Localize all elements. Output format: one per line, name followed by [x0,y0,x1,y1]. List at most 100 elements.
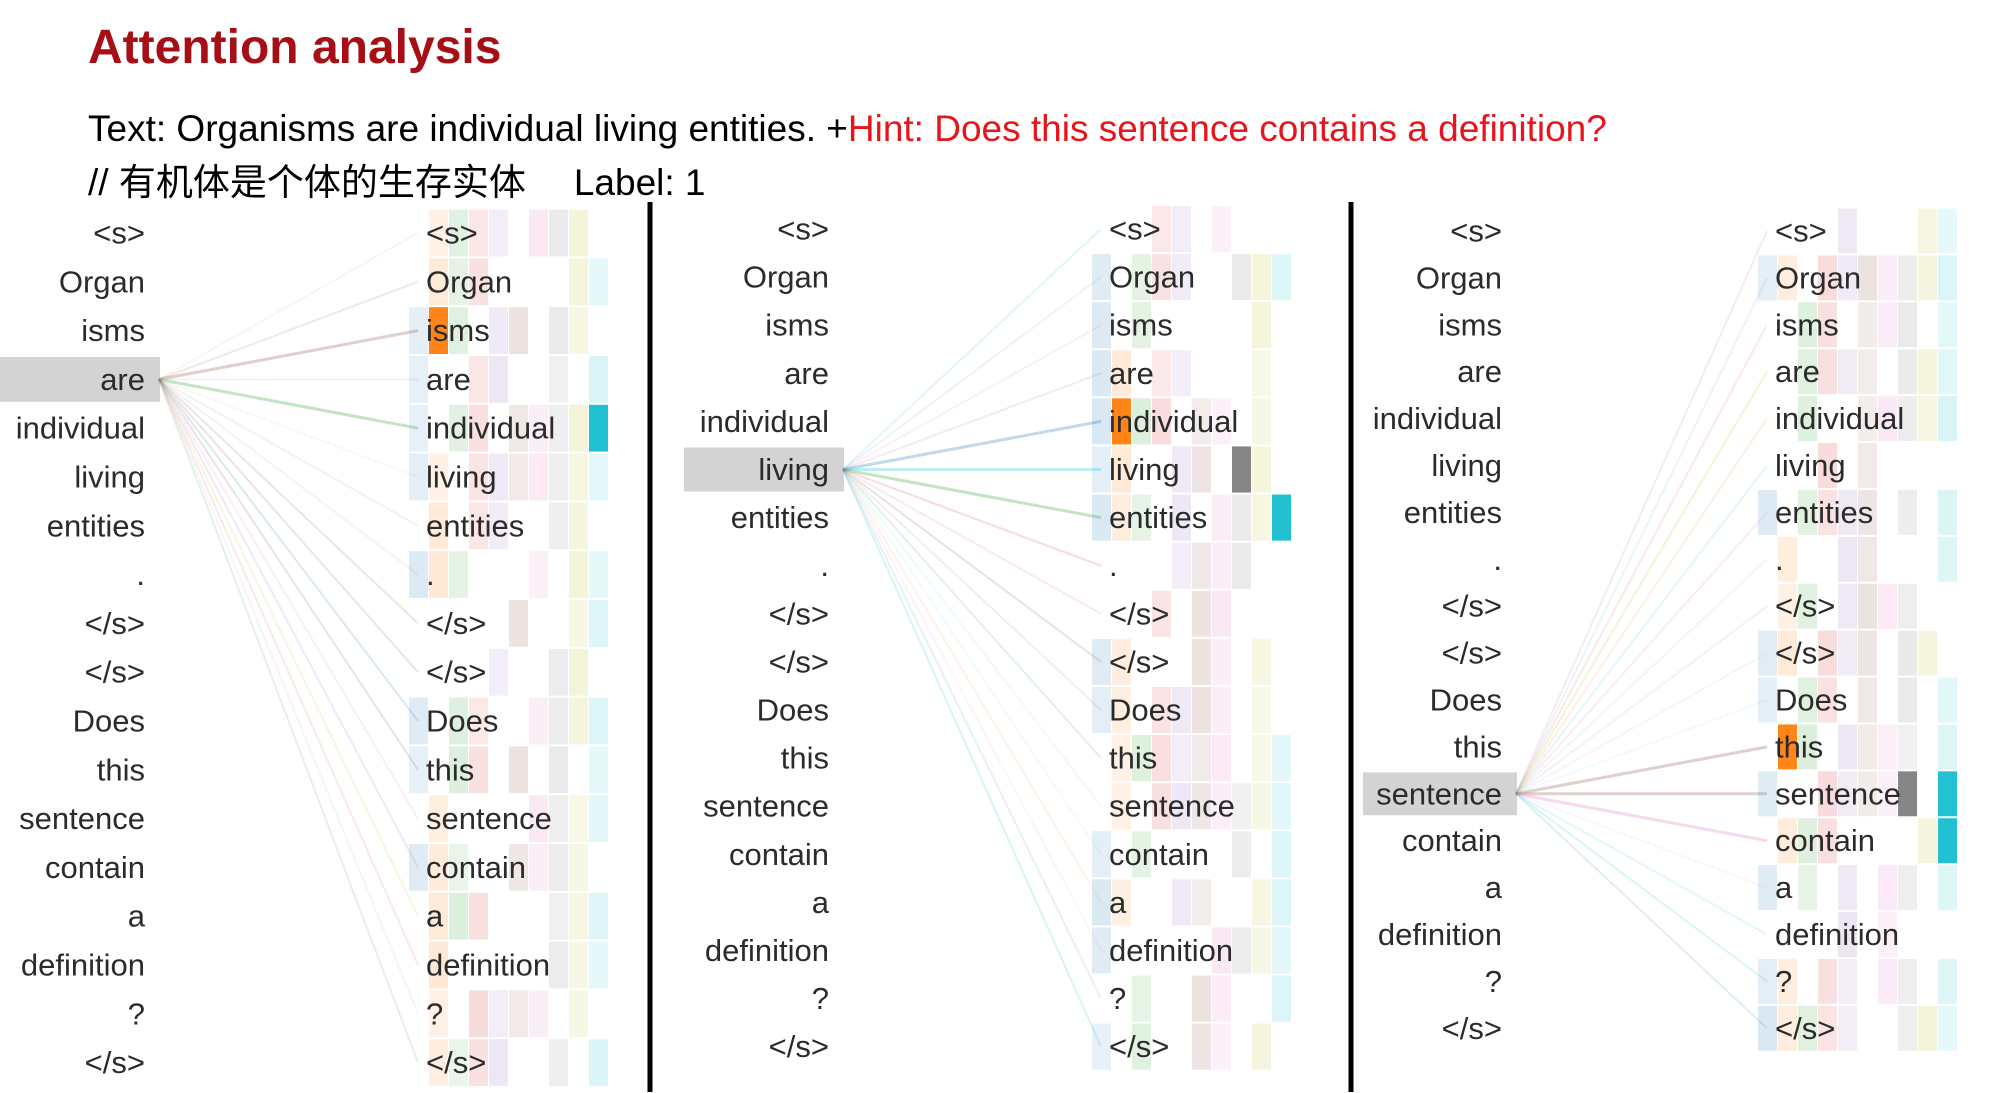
right-token: ? [1775,964,1792,999]
head-weight-cell [1172,205,1191,253]
head-weight-cell [569,941,588,989]
head-weight-cell [549,1039,568,1086]
right-token: contain [1775,823,1875,858]
head-weight-cell [1152,350,1171,397]
head-weight-cell [449,892,468,940]
attention-line [842,228,1102,471]
right-token: Organ [1775,260,1861,295]
attention-line [842,468,1102,855]
right-token: this [1109,741,1157,776]
head-weight-cell [1192,542,1211,589]
head-weight-cell [589,600,608,647]
head-weight-cell [1212,1023,1231,1070]
left-token: definition [1378,917,1502,952]
left-token: Organ [1416,260,1502,295]
head-weight-cell [509,600,528,647]
right-token: living [426,460,497,495]
head-weight-cell [549,746,568,794]
head-weight-cell [1878,302,1897,348]
head-weight-cell [1898,583,1917,629]
head-weight-cell [1938,958,1957,1004]
head-weight-cell [1878,958,1897,1004]
head-weight-cell [569,990,588,1038]
head-weight-cell [1878,724,1897,770]
attention-line [158,280,419,381]
left-token: a [812,885,830,920]
head-weight-cell [1838,536,1857,582]
attention-visualization: <s> Organ isms are individual living entities.… [0,202,1957,1092]
left-token: </s> [769,644,829,679]
left-token: </s> [85,655,145,690]
attention-line [842,468,1102,759]
head-weight-cell [589,258,608,306]
head-weight-cell [1212,494,1231,541]
head-weight-cell [1938,396,1957,442]
head-weight-cell [489,307,508,354]
left-token: </s> [1442,636,1502,671]
head-weight-cell [549,697,568,745]
head-weight-strong [1272,494,1291,541]
head-weight-cell [1232,254,1251,301]
attention-line [158,378,419,820]
head-weight-cell [1838,349,1857,395]
left-token: are [100,362,145,397]
head-weight-cell [1938,536,1957,582]
right-token: definition [426,948,550,983]
head-weight-cell [1272,975,1291,1022]
head-weight-cell [1272,927,1291,974]
attention-line [1515,793,1768,1030]
head-weight-cell [1878,583,1897,629]
right-token: . [1109,548,1118,583]
head-weight-cell [1252,783,1271,830]
head-weight-cell [1172,542,1191,589]
left-token: living [1431,448,1502,483]
head-weight-cell [1212,975,1231,1022]
head-weight-cell [1232,927,1251,974]
head-weight-cell [1252,398,1271,445]
right-token: <s> [1775,214,1827,249]
right-token: . [1775,542,1784,577]
head-weight-cell [1252,446,1271,493]
right-token: </s> [1775,636,1835,671]
attention-line [842,372,1102,471]
head-weight-cell [529,551,548,598]
head-weight-cell [549,209,568,257]
head-weight-cell [1898,677,1917,723]
attention-line [1515,745,1768,796]
attention-line [1515,792,1768,936]
head-weight-cell [569,307,588,354]
right-token: a [1775,870,1793,905]
head-weight-cell [1172,735,1191,782]
head-weight-cell [1192,686,1211,734]
head-weight-cell [589,551,608,598]
head-weight-cell [1858,630,1877,676]
head-weight-cell [1192,1023,1211,1070]
attention-line [1515,605,1768,795]
head-weight-cell [1938,865,1957,911]
left-token: ? [1485,964,1502,999]
head-weight-cell [1898,865,1917,911]
head-weight-cell [1898,630,1917,676]
head-weight-cell [1192,975,1211,1022]
head-weight-cell [569,697,588,745]
head-weight-cell [549,356,568,403]
head-weight-cell [1838,865,1857,911]
head-weight-cell [569,209,588,257]
head-weight-cell [489,209,508,257]
right-token: isms [1109,308,1173,343]
attention-line [842,469,1102,1000]
left-token: <s> [1450,214,1502,249]
head-weight-cell [1232,494,1251,541]
head-weight-cell [589,356,608,403]
head-weight-cell [509,453,528,501]
head-weight-cell [549,892,568,940]
head-weight-cell [1898,302,1917,348]
head-weight-cell [489,356,508,403]
left-token: individual [1373,401,1502,436]
left-token: contain [729,837,829,872]
left-token: are [784,356,829,391]
right-token: </s> [1109,1029,1169,1064]
head-weight-cell [1172,879,1191,926]
head-weight-cell [1838,724,1857,770]
head-weight-cell [509,746,528,794]
